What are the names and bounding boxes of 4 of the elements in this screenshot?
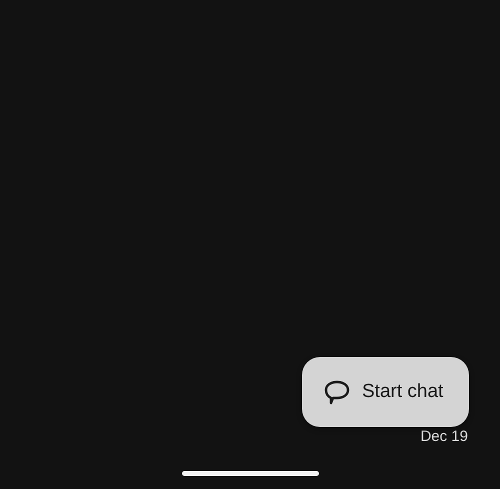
chat-bubble-icon <box>324 379 350 405</box>
home-indicator[interactable] <box>182 471 318 476</box>
start-chat-button[interactable]: Start chat <box>302 357 469 427</box>
message-date: Dec 19 <box>420 428 468 445</box>
